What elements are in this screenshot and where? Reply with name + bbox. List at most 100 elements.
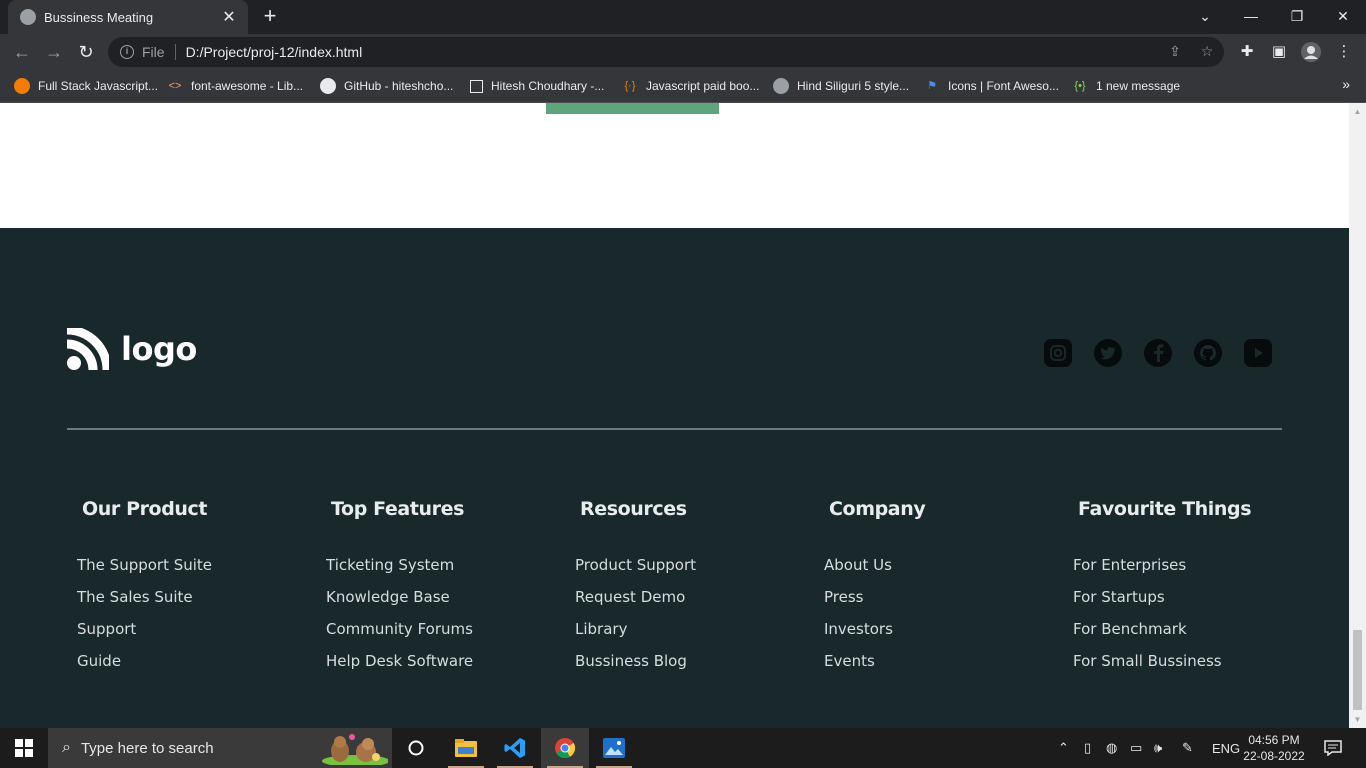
tab-search-icon[interactable]: ⌄ bbox=[1182, 0, 1228, 32]
address-bar[interactable]: i File D:/Project/proj-12/index.html bbox=[108, 37, 1224, 67]
footer-link[interactable]: Community Forums bbox=[326, 620, 473, 652]
bookmark-item[interactable]: <> font-awesome - Lib... bbox=[167, 77, 304, 95]
page-scrollbar[interactable]: ▲ ▼ bbox=[1349, 103, 1366, 728]
footer-link[interactable]: For Enterprises bbox=[1073, 556, 1251, 588]
close-tab-icon[interactable]: ✕ bbox=[220, 7, 238, 27]
footer-link[interactable]: Library bbox=[575, 620, 696, 652]
url-scheme: File bbox=[142, 44, 165, 60]
share-icon[interactable]: ⇪ bbox=[1166, 42, 1184, 60]
taskbar-clock[interactable]: 04:56 PM 22-08-2022 bbox=[1242, 732, 1306, 764]
browser-tab[interactable]: Bussiness Meating ✕ bbox=[8, 0, 248, 34]
language-indicator[interactable]: ENG bbox=[1212, 728, 1240, 768]
footer-column-top-features: Top Features Ticketing System Knowledge … bbox=[326, 498, 473, 684]
photos-button[interactable] bbox=[590, 728, 638, 768]
footer-link[interactable]: Events bbox=[824, 652, 925, 684]
windows-logo-icon bbox=[15, 739, 33, 757]
bookmark-item[interactable]: Full Stack Javascript... bbox=[14, 77, 158, 95]
search-icon: ⌕ bbox=[62, 739, 71, 756]
new-tab-button[interactable]: + bbox=[258, 5, 282, 29]
windows-start-button[interactable] bbox=[0, 728, 48, 768]
scroll-up-arrow-icon[interactable]: ▲ bbox=[1349, 103, 1366, 120]
footer-link[interactable]: Ticketing System bbox=[326, 556, 473, 588]
bookmark-item[interactable]: Hitesh Choudhary -... bbox=[470, 77, 604, 95]
orange-circle-icon bbox=[14, 78, 30, 94]
taskbar-search-box[interactable]: ⌕ Type here to search bbox=[48, 728, 392, 768]
bookmark-label: Hitesh Choudhary -... bbox=[491, 79, 605, 93]
clock-time: 04:56 PM bbox=[1248, 733, 1300, 747]
footer-link[interactable]: The Support Suite bbox=[77, 556, 212, 588]
footer-link[interactable]: Bussiness Blog bbox=[575, 652, 696, 684]
bookmark-label: Hind Siliguri 5 style... bbox=[797, 79, 910, 93]
chrome-icon bbox=[555, 738, 576, 759]
footer-link[interactable]: For Small Bussiness bbox=[1073, 652, 1251, 684]
bookmark-item[interactable]: {·} Javascript paid boo... bbox=[622, 77, 759, 95]
footer-link[interactable]: Knowledge Base bbox=[326, 588, 473, 620]
device-icon[interactable]: ▯ bbox=[1084, 728, 1091, 768]
tab-title: Bussiness Meating bbox=[44, 9, 154, 25]
vscode-button[interactable] bbox=[491, 728, 539, 768]
facebook-icon[interactable] bbox=[1144, 339, 1172, 367]
chrome-button[interactable] bbox=[541, 728, 589, 768]
bookmark-star-icon[interactable]: ☆ bbox=[1198, 42, 1216, 60]
battery-icon[interactable]: ▭ bbox=[1130, 728, 1142, 768]
task-view-button[interactable] bbox=[392, 728, 440, 768]
close-window-button[interactable]: ✕ bbox=[1320, 0, 1366, 32]
footer-link[interactable]: Help Desk Software bbox=[326, 652, 473, 684]
url-text[interactable]: D:/Project/proj-12/index.html bbox=[186, 44, 363, 60]
restore-button[interactable]: ❐ bbox=[1274, 0, 1320, 32]
footer-link[interactable]: Guide bbox=[77, 652, 212, 684]
footer-link[interactable]: The Sales Suite bbox=[77, 588, 212, 620]
github-icon[interactable] bbox=[1194, 339, 1222, 367]
search-highlight-illustration bbox=[316, 731, 388, 765]
footer-link[interactable]: Product Support bbox=[575, 556, 696, 588]
footer-column-company: Company About Us Press Investors Events bbox=[824, 498, 926, 684]
bookmark-item[interactable]: GitHub - hiteshcho... bbox=[320, 77, 453, 95]
info-icon[interactable]: i bbox=[120, 45, 134, 59]
reload-button[interactable]: ↻ bbox=[74, 40, 98, 64]
square-icon bbox=[470, 79, 483, 93]
search-placeholder: Type here to search bbox=[80, 739, 214, 757]
file-explorer-button[interactable] bbox=[442, 728, 490, 768]
bookmark-item[interactable]: {•} 1 new message bbox=[1072, 77, 1180, 95]
scrollbar-thumb[interactable] bbox=[1353, 630, 1362, 710]
youtube-icon[interactable] bbox=[1244, 339, 1272, 367]
instagram-icon[interactable] bbox=[1044, 339, 1072, 367]
cortana-circle-icon bbox=[408, 740, 424, 756]
extensions-icon[interactable]: ✚ bbox=[1237, 42, 1257, 62]
footer-link[interactable]: For Benchmark bbox=[1073, 620, 1251, 652]
footer-link[interactable]: About Us bbox=[824, 556, 925, 588]
minimize-button[interactable]: — bbox=[1228, 0, 1274, 32]
column-heading: Resources bbox=[580, 498, 687, 520]
footer-link[interactable]: Press bbox=[824, 588, 925, 620]
footer-link[interactable]: Investors bbox=[824, 620, 925, 652]
footer-link[interactable]: For Startups bbox=[1073, 588, 1251, 620]
profile-avatar[interactable] bbox=[1301, 42, 1321, 62]
bookmark-label: Javascript paid boo... bbox=[646, 79, 760, 93]
github-icon bbox=[320, 78, 336, 94]
footer-divider bbox=[67, 428, 1282, 430]
browser-toolbar: ← → ↻ i File D:/Project/proj-12/index.ht… bbox=[0, 34, 1366, 70]
side-panel-icon[interactable]: ▣ bbox=[1269, 42, 1289, 62]
vscode-icon bbox=[504, 738, 525, 758]
bookmark-item[interactable]: ⚑ Icons | Font Aweso... bbox=[924, 77, 1059, 95]
notifications-icon[interactable] bbox=[1324, 728, 1342, 768]
scroll-down-arrow-icon[interactable]: ▼ bbox=[1349, 711, 1366, 728]
flag-icon: ⚑ bbox=[927, 80, 937, 92]
network-globe-icon[interactable]: ◍ bbox=[1106, 728, 1117, 768]
volume-icon[interactable]: 🕪 bbox=[1154, 728, 1162, 768]
twitter-icon[interactable] bbox=[1094, 339, 1122, 367]
menu-icon[interactable]: ⋮ bbox=[1334, 42, 1354, 62]
footer-link[interactable]: Support bbox=[77, 620, 212, 652]
cta-button-edge[interactable] bbox=[546, 103, 719, 114]
footer-logo[interactable]: logo bbox=[67, 328, 197, 370]
pen-workspace-icon[interactable]: ✎ bbox=[1182, 728, 1193, 768]
chat-braces-icon: {•} bbox=[1074, 80, 1086, 92]
back-button[interactable]: ← bbox=[10, 40, 34, 64]
show-hidden-icons[interactable]: ⌃ bbox=[1058, 728, 1069, 768]
more-bookmarks-icon[interactable]: » bbox=[1342, 76, 1350, 92]
globe-icon bbox=[20, 9, 36, 25]
footer-column-our-product: Our Product The Support Suite The Sales … bbox=[77, 498, 212, 684]
bookmark-item[interactable]: Hind Siliguri 5 style... bbox=[773, 77, 909, 95]
footer-link[interactable]: Request Demo bbox=[575, 588, 696, 620]
forward-button[interactable]: → bbox=[42, 40, 66, 64]
